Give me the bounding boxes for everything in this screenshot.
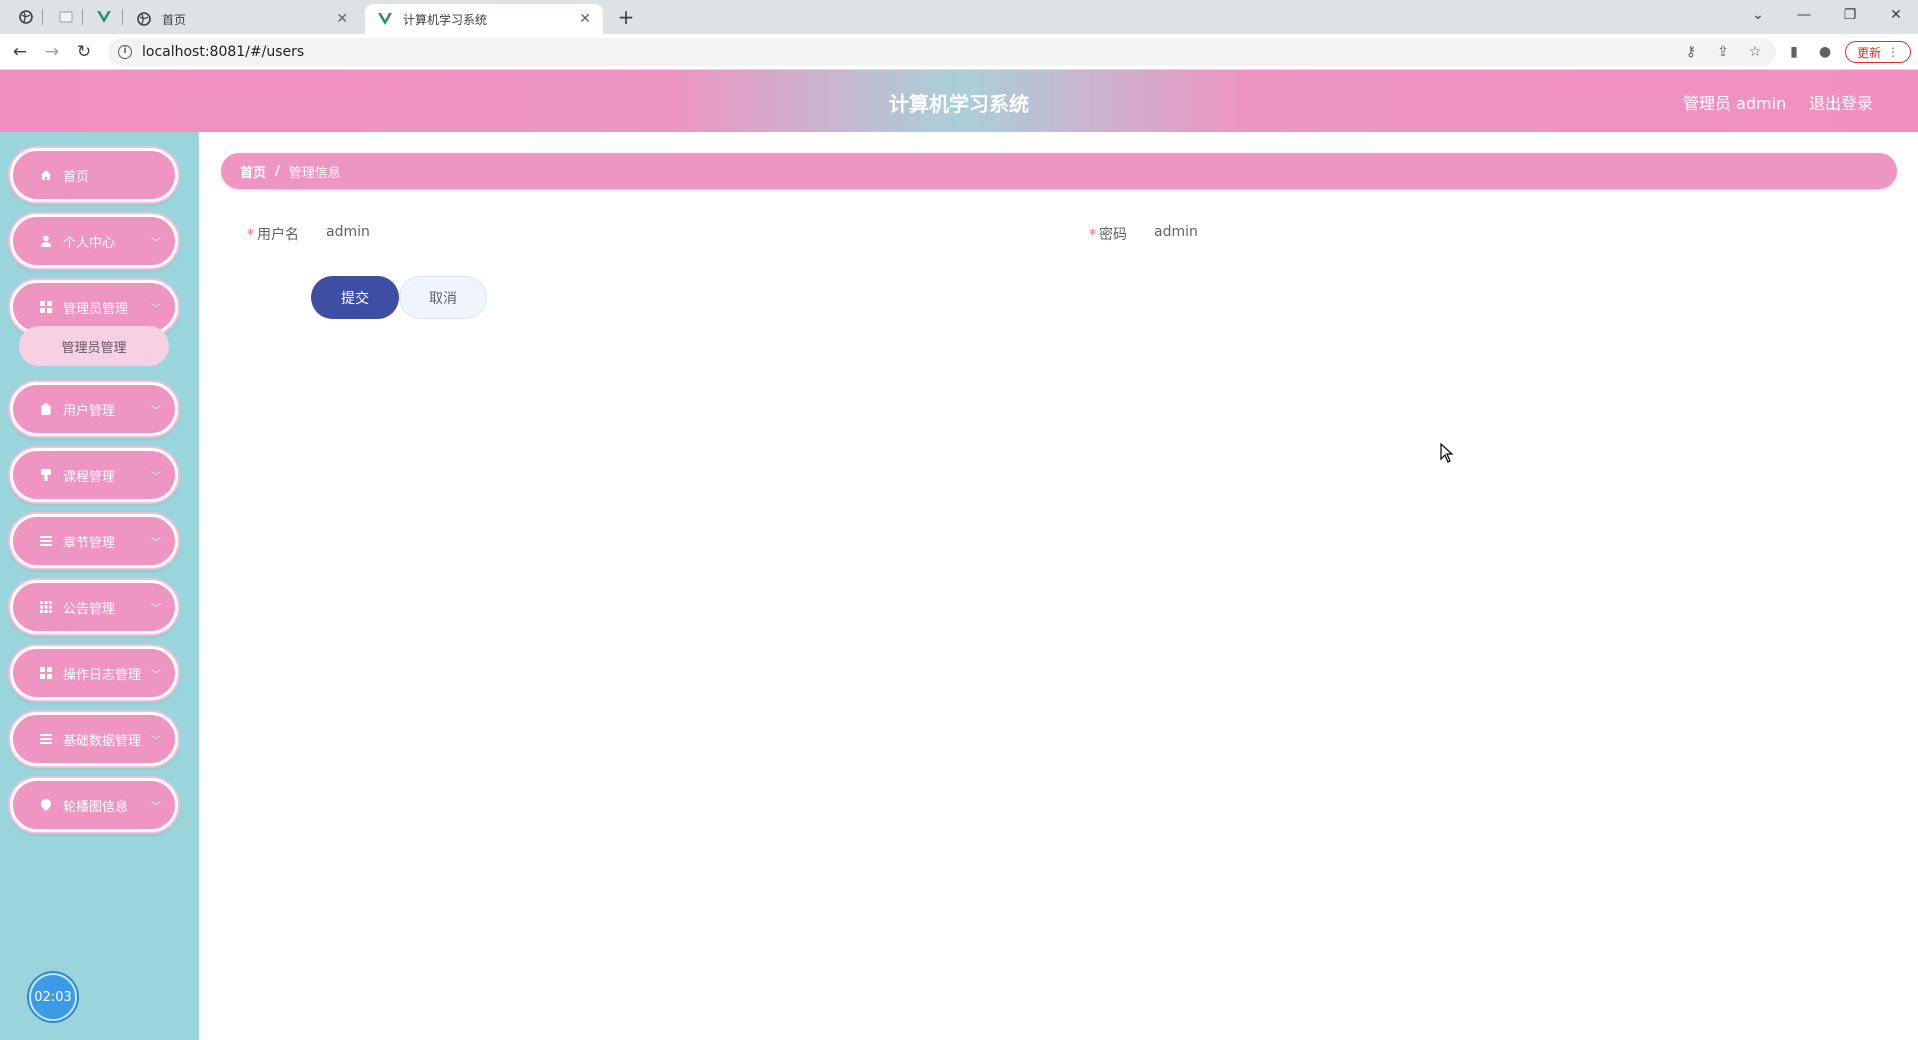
close-window-icon[interactable]: ✕ [1884,4,1908,26]
globe-icon[interactable] [16,7,36,27]
sidebar-item-label: 公告管理 [63,601,116,617]
submit-button[interactable]: 提交 [311,276,399,319]
password-label: * 密码 [1089,224,1127,244]
sidebar-item-personal-center[interactable]: 个人中心 ﹀ [10,214,178,268]
list-icon [39,732,53,746]
sidebar-item-label: 课程管理 [63,469,116,485]
sidebar-item-base-data-management[interactable]: 基础数据管理 ﹀ [10,712,178,766]
chevron-down-icon: ﹀ [151,303,161,315]
more-vert-icon: ⋮ [1887,45,1899,59]
close-icon[interactable]: ✕ [336,11,348,27]
back-icon[interactable]: ← [9,41,31,63]
list-icon [39,534,53,548]
chevron-down-icon: ﹀ [151,237,161,249]
breadcrumb-home[interactable]: 首页 [240,162,266,181]
sidebar-item-label: 轮播图信息 [63,799,129,815]
side-panel-icon[interactable]: ▮ [1784,42,1804,62]
breadcrumb: 首页 / 管理信息 [221,153,1897,189]
username-label: * 用户名 [247,224,299,244]
sidebar-item-label: 个人中心 [63,235,116,251]
breadcrumb-separator: / [275,163,280,179]
chevron-down-icon: ﹀ [151,471,161,483]
username-value: admin [326,224,370,240]
sidebar: 首页 个人中心 ﹀ 管理员管理 ﹀ 管理员管理 用户管理 ﹀ 课程管理 ﹀ 章节… [0,132,199,1040]
user-icon [39,234,53,248]
tab-separator [82,9,83,25]
password-label-text: 密码 [1099,227,1127,243]
sidebar-item-operation-log-management[interactable]: 操作日志管理 ﹀ [10,646,178,700]
app-title: 计算机学习系统 [889,92,1029,116]
tab-title: 首页 [162,12,187,27]
sidebar-item-label: 章节管理 [63,535,116,551]
update-button[interactable]: 更新 ⋮ [1845,41,1911,63]
chevron-down-icon: ﹀ [151,735,161,747]
required-mark: * [1089,227,1096,243]
chevron-down-icon: ﹀ [151,669,161,681]
sidebar-item-user-management[interactable]: 用户管理 ﹀ [10,382,178,436]
sidebar-item-notice-management[interactable]: 公告管理 ﹀ [10,580,178,634]
grid-icon [39,300,53,314]
chevron-down-icon: ﹀ [151,537,161,549]
star-icon[interactable]: ☆ [1745,42,1765,62]
grid-icon [39,666,53,680]
tab-separator [42,9,43,25]
address-bar[interactable]: i localhost:8081/#/users [108,38,1776,66]
share-icon[interactable]: ⇪ [1713,42,1733,62]
sidebar-item-carousel-info[interactable]: 轮播图信息 ﹀ [10,778,178,832]
minimize-icon[interactable]: — [1792,4,1816,26]
cancel-button[interactable]: 取消 [399,276,487,319]
browser-tabbar: 首页 ✕ 计算机学习系统 ✕ + ⌄ — ❐ ✕ [0,0,1918,34]
chevron-down-icon: ﹀ [151,603,161,615]
tab-title: 计算机学习系统 [403,12,488,27]
browser-toolbar: ← → ↻ i localhost:8081/#/users [0,34,1918,70]
sidebar-item-label: 管理员管理 [63,301,129,317]
submenu-item-admin-management[interactable]: 管理员管理 [19,326,169,366]
vue-logo-icon[interactable] [94,7,114,27]
chevron-down-icon[interactable]: ⌄ [1746,4,1770,26]
sidebar-item-label: 基础数据管理 [63,733,142,749]
tab-separator [122,9,123,25]
mouse-cursor-icon [1440,443,1454,463]
url-text: localhost:8081/#/users [142,44,305,60]
home-icon [39,168,53,182]
forward-icon[interactable]: → [41,41,63,63]
sidebar-item-label: 用户管理 [63,403,116,419]
chevron-down-icon: ﹀ [151,801,161,813]
username-label-text: 用户名 [257,227,299,243]
app-header: 计算机学习系统 管理员 admin 退出登录 [0,70,1918,132]
breadcrumb-current: 管理信息 [288,165,341,181]
brush-icon [39,468,53,482]
chevron-down-icon: ﹀ [151,405,161,417]
key-icon[interactable]: ⚷ [1681,42,1701,62]
tab-home[interactable]: 首页 ✕ [124,4,360,34]
required-mark: * [247,227,254,243]
clipboard-icon [39,402,53,416]
new-tab-button[interactable]: + [615,6,637,28]
sidebar-item-course-management[interactable]: 课程管理 ﹀ [10,448,178,502]
tab-active-app[interactable]: 计算机学习系统 ✕ [365,4,603,34]
blank-page-icon[interactable] [56,7,76,27]
apps-icon [39,600,53,614]
update-label: 更新 [1856,45,1881,60]
sidebar-item-label: 操作日志管理 [63,667,142,683]
reload-icon[interactable]: ↻ [73,41,95,63]
restore-icon[interactable]: ❐ [1838,4,1862,26]
sidebar-item-chapter-management[interactable]: 章节管理 ﹀ [10,514,178,568]
password-value: admin [1154,224,1198,240]
close-icon[interactable]: ✕ [579,11,591,27]
vue-logo-icon [377,11,393,27]
globe-icon [136,11,152,27]
timer-badge[interactable]: 02:03 [29,973,77,1021]
location-icon [39,798,53,812]
info-icon[interactable]: i [118,45,132,59]
profile-icon[interactable]: ● [1815,42,1835,62]
sidebar-item-label: 首页 [63,169,90,185]
logout-button[interactable]: 退出登录 [1809,90,1873,114]
current-user: 管理员 admin [1683,94,1787,113]
sidebar-item-home[interactable]: 首页 [10,148,178,202]
